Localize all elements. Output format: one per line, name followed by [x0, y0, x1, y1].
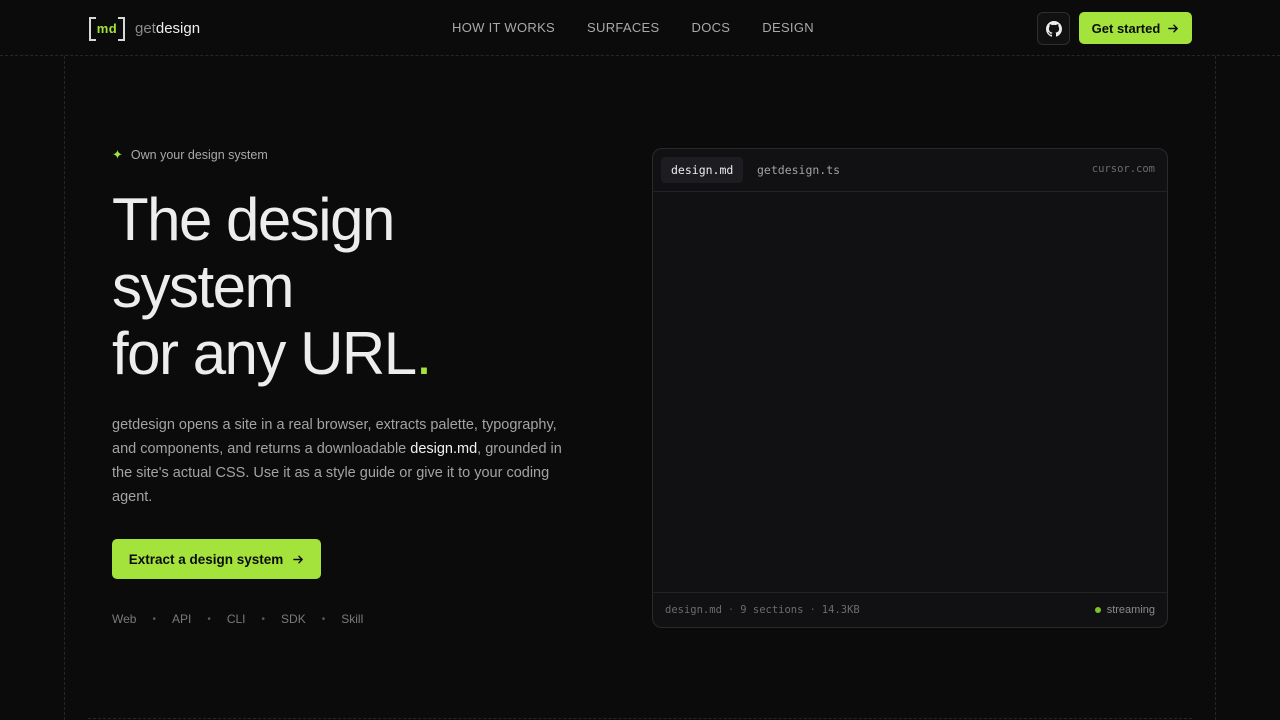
github-button[interactable] — [1037, 12, 1070, 45]
panel-tab-bar: design.md getdesign.ts cursor.com — [653, 149, 1167, 192]
nav-surfaces[interactable]: SURFACES — [587, 20, 659, 35]
footer-sections: 9 sections — [740, 604, 804, 616]
tab-getdesign-ts[interactable]: getdesign.ts — [747, 157, 850, 183]
footer-separator: · — [809, 604, 816, 616]
footer-size: 14.3KB — [821, 604, 860, 616]
main-nav: HOW IT WORKS SURFACES DOCS DESIGN — [452, 20, 814, 35]
logo-mark-text: md — [96, 20, 118, 36]
surface-separator: • — [152, 613, 156, 625]
surface-separator: • — [321, 613, 326, 625]
lede-highlight: design.md — [410, 441, 478, 457]
surface-separator: • — [261, 613, 266, 625]
code-preview-panel: design.md getdesign.ts cursor.com design… — [652, 148, 1168, 628]
headline-line-2: system — [112, 253, 295, 320]
surface-web[interactable]: Web — [112, 612, 136, 626]
footer-file: design.md — [665, 604, 722, 616]
arrow-right-icon — [293, 555, 304, 563]
headline-dot: . — [415, 320, 433, 387]
surface-sdk[interactable]: SDK — [281, 612, 306, 626]
panel-footer-meta: design.md · 9 sections · 14.3KB — [665, 604, 860, 616]
extract-design-system-button[interactable]: Extract a design system — [112, 539, 321, 579]
streaming-status: streaming — [1094, 604, 1155, 616]
surface-separator: • — [207, 613, 211, 625]
nav-design[interactable]: DESIGN — [762, 20, 814, 35]
streaming-label: streaming — [1106, 604, 1155, 616]
site-header: md getdesign HOW IT WORKS SURFACES DOCS … — [0, 0, 1280, 56]
surface-api[interactable]: API — [172, 612, 191, 626]
status-dot-icon — [1094, 607, 1101, 613]
logo-wordmark: getdesign — [135, 20, 200, 37]
frame-line-left — [64, 56, 65, 720]
nav-how-it-works[interactable]: HOW IT WORKS — [452, 20, 555, 35]
logo-bracket-right — [118, 17, 125, 41]
frame-line-bottom — [88, 718, 1192, 719]
logo[interactable]: md getdesign — [88, 16, 200, 41]
logo-word-design: design — [155, 19, 201, 37]
hero-description: getdesign opens a site in a real browser… — [112, 413, 582, 509]
nav-docs[interactable]: DOCS — [692, 20, 731, 35]
headline-line-3: for any URL — [112, 320, 417, 387]
logo-bracket-left — [89, 17, 96, 41]
eyebrow-text: Own your design system — [130, 148, 268, 162]
logo-mark: md — [88, 16, 126, 41]
footer-separator: · — [727, 604, 735, 616]
logo-word-get: get — [135, 19, 156, 37]
hero-eyebrow: ✦ Own your design system — [112, 147, 268, 163]
extract-button-label: Extract a design system — [128, 551, 284, 567]
surfaces-list: Web • API • CLI • SDK • Skill — [112, 612, 363, 626]
panel-footer: design.md · 9 sections · 14.3KB streaming — [653, 592, 1167, 627]
headline-line-1: The design — [112, 186, 395, 253]
surface-cli[interactable]: CLI — [227, 612, 246, 626]
headline-line-3-wrap: for any URL. — [112, 320, 433, 387]
frame-line-right — [1215, 56, 1216, 720]
hero-headline: The design system for any URL. — [112, 186, 433, 387]
panel-body — [653, 192, 1167, 593]
panel-host: cursor.com — [1091, 163, 1155, 175]
tab-design-md[interactable]: design.md — [661, 157, 744, 183]
get-started-button[interactable]: Get started — [1079, 12, 1192, 44]
arrow-right-icon — [1168, 24, 1179, 32]
sparkle-icon: ✦ — [112, 147, 123, 162]
github-icon — [1045, 20, 1062, 37]
get-started-label: Get started — [1091, 20, 1161, 36]
surface-skill[interactable]: Skill — [341, 612, 363, 626]
